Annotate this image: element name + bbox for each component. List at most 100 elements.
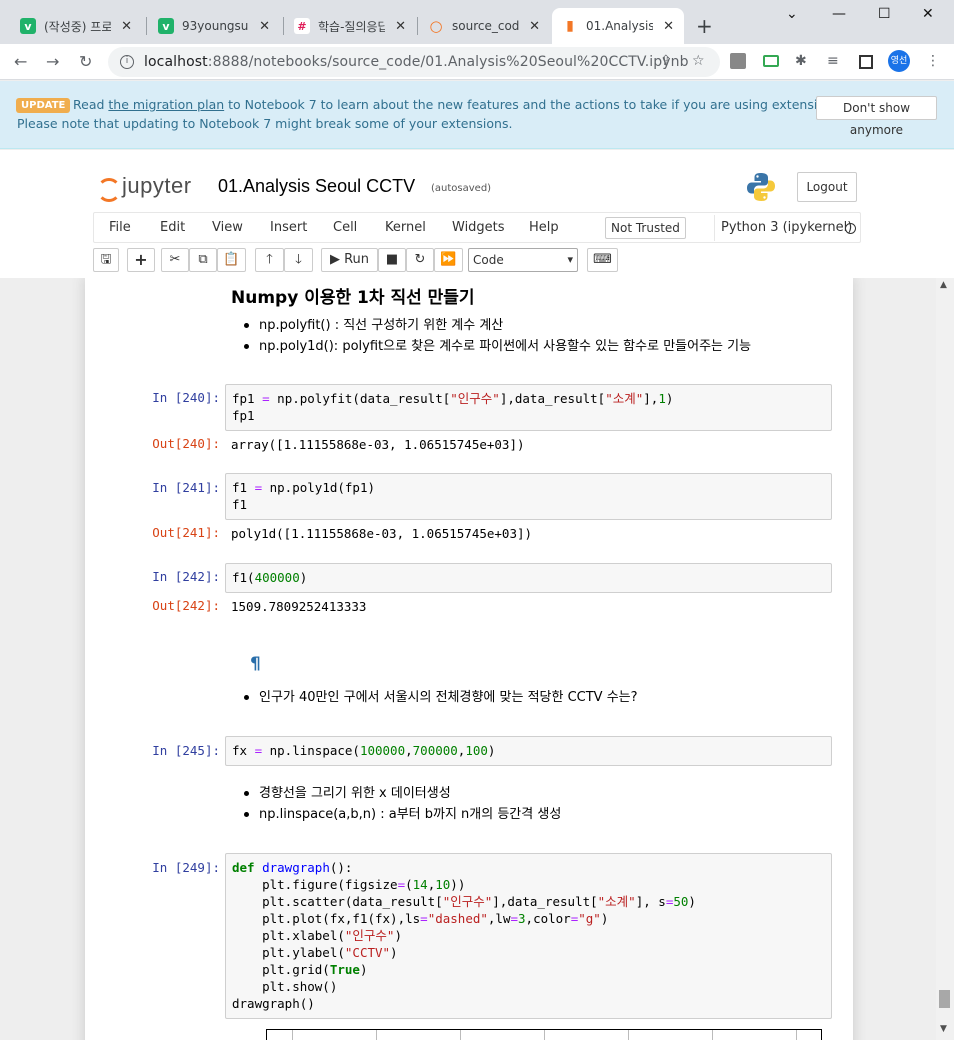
forward-icon[interactable]: → [46,52,59,71]
restart-run-all-icon[interactable]: ⏩ [434,248,463,272]
markdown-list: np.polyfit() : 직선 구성하기 위한 계수 계산 np.poly1… [242,315,751,357]
close-tab-icon[interactable]: ✕ [663,19,674,34]
close-tab-icon[interactable]: ✕ [259,19,270,34]
interrupt-icon[interactable]: ■ [378,248,406,272]
insert-cell-below-icon[interactable]: + [127,248,155,272]
not-trusted-button[interactable]: Not Trusted [605,217,686,239]
dont-show-anymore-button[interactable]: Don't show anymore [816,96,937,137]
notebook-title[interactable]: 01.Analysis Seoul CCTV [218,176,415,197]
reload-icon[interactable]: ↻ [79,52,92,71]
restart-icon[interactable]: ↻ [406,248,434,272]
markdown-list: 경향선을 그리기 위한 x 데이터생성 np.linspace(a,b,n) :… [242,783,561,825]
input-prompt: In [245]: [152,743,220,758]
menu-file[interactable]: File [109,220,131,235]
run-button[interactable]: ▶ Run [321,248,378,272]
slack-favicon-icon: # [294,18,310,34]
browser-tab[interactable]: v (작성중) 프로 ✕ [10,8,142,44]
move-up-icon[interactable]: 🡑 [255,248,284,272]
plot-output-frame [266,1029,822,1040]
new-tab-button[interactable]: + [696,14,713,38]
migration-plan-link[interactable]: the migration plan [108,97,224,112]
address-bar[interactable]: i localhost:8888/notebooks/source_code/0… [108,47,720,77]
command-palette-icon[interactable]: ⌨ [587,248,618,272]
autosave-status: (autosaved) [431,183,492,194]
tab-search-icon[interactable]: ⌄ [786,6,798,22]
code-cell-input[interactable]: def drawgraph(): plt.figure(figsize=(14,… [225,853,832,1019]
menu-edit[interactable]: Edit [160,220,185,235]
side-panel-icon[interactable] [859,55,873,69]
vlog-favicon-icon: v [20,18,36,34]
cell-output: poly1d([1.11155868e-03, 1.06515745e+03]) [231,526,533,541]
copy-icon[interactable]: ⧉ [189,248,217,272]
more-menu-icon[interactable]: ⋮ [926,53,940,69]
scrollbar-thumb[interactable] [939,990,950,1008]
menu-insert[interactable]: Insert [270,220,307,235]
logout-button[interactable]: Logout [797,172,857,202]
kernel-name[interactable]: Python 3 (ipykernel) [714,215,852,241]
menu-view[interactable]: View [212,220,243,235]
output-prompt: Out[241]: [152,525,220,540]
tab-title: 01.Analysis S [586,19,654,33]
banner-line-1: Read the migration plan to Notebook 7 to… [73,97,848,112]
jupyter-favicon-icon: ○ [429,17,443,35]
close-tab-icon[interactable]: ✕ [529,19,540,34]
code-cell-input[interactable]: f1 = np.poly1d(fp1) f1 [225,473,832,520]
jupyter-ring-icon [96,172,121,202]
input-prompt: In [249]: [152,860,220,875]
site-info-icon[interactable]: i [120,55,134,69]
browser-tab[interactable]: ○ source_code/ ✕ [418,8,550,44]
code-cell-input[interactable]: fp1 = np.polyfit(data_result["인구수"],data… [225,384,832,431]
anchor-link[interactable]: ¶ [250,654,261,674]
maximize-icon[interactable]: ☐ [878,6,891,22]
jupyter-logo[interactable]: jupyter [96,172,192,202]
notebook-favicon-icon: ▮ [566,18,574,34]
notebook-site: Numpy 이용한 1차 직선 만들기 np.polyfit() : 직선 구성… [0,278,936,1040]
media-control-icon[interactable]: ≡ [827,53,839,69]
cell-output: 1509.7809252413333 [231,599,367,614]
list-item: np.linspace(a,b,n) : a부터 b까지 n개의 등간격 생성 [242,804,561,825]
tab-title: 학습-질의응답 [318,19,386,34]
menu-help[interactable]: Help [529,220,559,235]
code-cell-input[interactable]: f1(400000) [225,563,832,593]
scroll-down-icon[interactable]: ▼ [940,1024,947,1034]
browser-tab-active[interactable]: ▮ 01.Analysis S ✕ [552,8,684,44]
input-prompt: In [240]: [152,390,220,405]
minimize-icon[interactable]: — [832,6,846,22]
url-text: localhost:8888/notebooks/source_code/01.… [144,54,689,70]
bookmark-star-icon[interactable]: ☆ [692,53,705,69]
list-item: 인구가 40만인 구에서 서울시의 전체경향에 맞는 적당한 CCTV 수는? [242,687,638,708]
close-tab-icon[interactable]: ✕ [121,19,132,34]
cut-icon[interactable]: ✂ [161,248,189,272]
list-item: np.polyfit() : 직선 구성하기 위한 계수 계산 [242,315,751,336]
close-window-icon[interactable]: ✕ [922,6,934,22]
share-icon[interactable]: ⇪ [660,53,672,69]
extension-icon[interactable] [730,53,746,69]
close-tab-icon[interactable]: ✕ [395,19,406,34]
page-scrollbar[interactable]: ▲ ▼ [936,278,954,1040]
run-icon: ▶ [329,252,340,267]
tab-title: source_code/ [452,19,520,33]
cell-type-select[interactable]: Code ▾ [468,248,578,272]
update-banner: UPDATE Read the migration plan to Notebo… [0,81,954,149]
browser-tab[interactable]: # 학습-질의응답 ✕ [284,8,416,44]
paste-icon[interactable]: 📋 [217,248,246,272]
extension-icon[interactable] [763,55,779,67]
menu-kernel[interactable]: Kernel [385,220,426,235]
menu-cell[interactable]: Cell [333,220,357,235]
vlog-favicon-icon: v [158,18,174,34]
jupyter-header: jupyter 01.Analysis Seoul CCTV (autosave… [0,150,954,278]
menu-widgets[interactable]: Widgets [452,220,505,235]
move-down-icon[interactable]: 🡓 [284,248,313,272]
output-prompt: Out[240]: [152,436,220,451]
output-prompt: Out[242]: [152,598,220,613]
back-icon[interactable]: ← [14,52,27,71]
browser-tab[interactable]: v 93youngsun ✕ [148,8,280,44]
profile-avatar[interactable]: 영선 [888,50,910,72]
scroll-up-icon[interactable]: ▲ [940,280,947,290]
save-icon[interactable]: 🖫 [93,248,119,272]
puzzle-icon[interactable]: ✱ [795,53,807,69]
input-prompt: In [241]: [152,480,220,495]
code-cell-input[interactable]: fx = np.linspace(100000,700000,100) [225,736,832,766]
markdown-list: 인구가 40만인 구에서 서울시의 전체경향에 맞는 적당한 CCTV 수는? [242,687,638,708]
browser-tab-bar: v (작성중) 프로 ✕ v 93youngsun ✕ # 학습-질의응답 ✕ … [0,0,954,44]
